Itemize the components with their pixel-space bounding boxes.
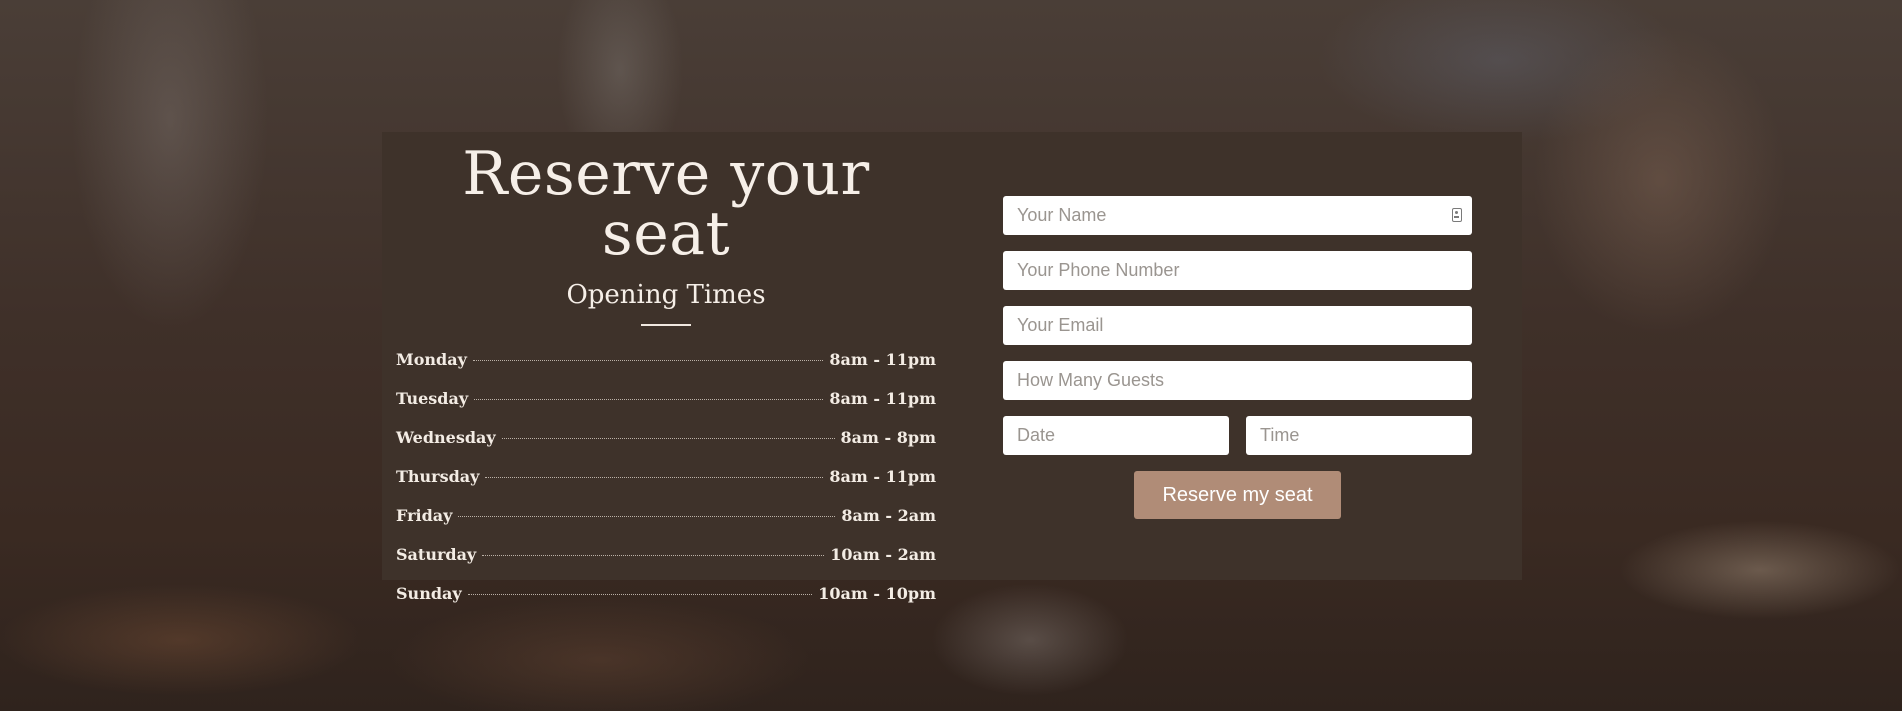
- time-label: 10am - 2am: [830, 545, 936, 564]
- day-label: Sunday: [396, 584, 462, 603]
- email-field-wrapper: [1003, 306, 1472, 345]
- name-field-wrapper: [1003, 196, 1472, 235]
- opening-times-section: Reserve your seat Opening Times Monday 8…: [396, 132, 936, 613]
- dotted-leader: [458, 516, 836, 517]
- email-input[interactable]: [1003, 306, 1472, 345]
- time-label: 8am - 2am: [841, 506, 936, 525]
- hours-row-monday: Monday 8am - 11pm: [396, 340, 936, 379]
- time-label: 8am - 11pm: [829, 389, 936, 408]
- day-label: Wednesday: [396, 428, 496, 447]
- day-label: Friday: [396, 506, 453, 525]
- day-label: Thursday: [396, 467, 480, 486]
- time-label: 8am - 11pm: [829, 467, 936, 486]
- reservation-panel: Reserve your seat Opening Times Monday 8…: [382, 132, 1522, 603]
- date-field-wrapper: [1003, 416, 1229, 455]
- dotted-leader: [467, 594, 813, 595]
- date-time-row: [1003, 416, 1472, 471]
- page-title: Reserve your seat: [462, 139, 870, 269]
- contact-card-icon[interactable]: [1452, 208, 1462, 222]
- guests-input[interactable]: [1003, 361, 1472, 400]
- hours-row-sunday: Sunday 10am - 10pm: [396, 574, 936, 613]
- time-input[interactable]: [1246, 416, 1472, 455]
- dotted-leader: [482, 555, 825, 556]
- heading-divider: [641, 324, 691, 326]
- day-label: Monday: [396, 350, 467, 369]
- guests-field-wrapper: [1003, 361, 1472, 400]
- phone-field-wrapper: [1003, 251, 1472, 290]
- reserve-button[interactable]: Reserve my seat: [1134, 471, 1341, 519]
- time-label: 8am - 8pm: [840, 428, 936, 447]
- time-label: 10am - 10pm: [818, 584, 936, 603]
- hours-row-wednesday: Wednesday 8am - 8pm: [396, 418, 936, 457]
- hours-row-saturday: Saturday 10am - 2am: [396, 535, 936, 574]
- hours-row-thursday: Thursday 8am - 11pm: [396, 457, 936, 496]
- name-input[interactable]: [1003, 196, 1472, 235]
- dotted-leader: [501, 438, 835, 439]
- opening-hours-list: Monday 8am - 11pm Tuesday 8am - 11pm Wed…: [396, 340, 936, 613]
- time-field-wrapper: [1246, 416, 1472, 455]
- dotted-leader: [474, 399, 824, 400]
- time-label: 8am - 11pm: [829, 350, 936, 369]
- day-label: Tuesday: [396, 389, 469, 408]
- hours-row-tuesday: Tuesday 8am - 11pm: [396, 379, 936, 418]
- dotted-leader: [485, 477, 824, 478]
- phone-input[interactable]: [1003, 251, 1472, 290]
- hours-row-friday: Friday 8am - 2am: [396, 496, 936, 535]
- date-input[interactable]: [1003, 416, 1229, 455]
- reservation-form: Reserve my seat: [1003, 196, 1472, 519]
- submit-row: Reserve my seat: [1003, 471, 1472, 519]
- dotted-leader: [472, 360, 824, 361]
- opening-times-heading: Opening Times: [566, 280, 766, 310]
- day-label: Saturday: [396, 545, 477, 564]
